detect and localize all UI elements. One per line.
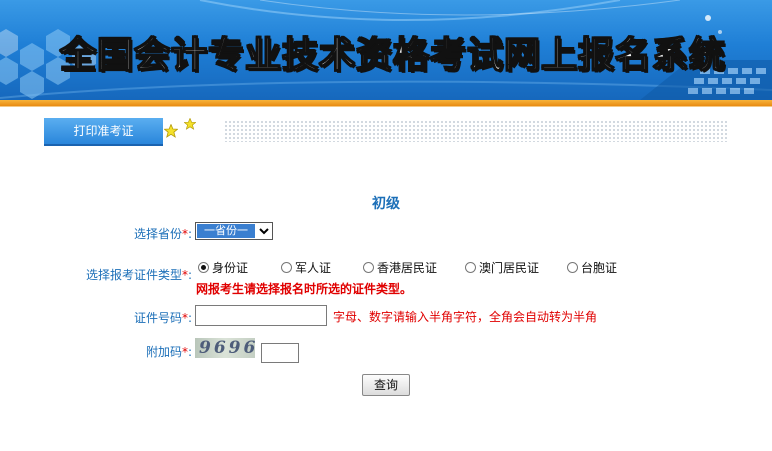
province-select[interactable]: 一省份一 xyxy=(195,222,273,240)
exam-level-title: 初级 xyxy=(372,196,400,212)
system-title: 全国会计专业技术资格考试网上报名系统 xyxy=(59,33,727,77)
captcha-image[interactable]: 9696 xyxy=(195,338,255,358)
id-number-input[interactable] xyxy=(195,305,327,326)
radio-button[interactable] xyxy=(567,262,578,273)
id-type-label-text: 选择报考证件类型 xyxy=(85,268,182,282)
radio-button[interactable] xyxy=(465,262,476,273)
id-number-hint: 字母、数字请输入半角字符，全角会自动转为半角 xyxy=(333,310,598,324)
label-colon: : xyxy=(187,311,192,325)
captcha-label-text: 附加码 xyxy=(145,345,182,359)
query-button[interactable]: 查询 xyxy=(362,374,410,396)
dotted-divider xyxy=(224,120,728,142)
id-type-label: 选择报考证件类型*: xyxy=(86,266,192,283)
captcha-input[interactable] xyxy=(261,343,299,363)
radio-label: 香港居民证 xyxy=(377,261,438,275)
province-select-value: 一省份一 xyxy=(197,224,255,238)
radio-button[interactable] xyxy=(198,262,209,273)
star-icon xyxy=(164,124,178,138)
radio-label: 台胞证 xyxy=(581,261,618,275)
radio-label: 身份证 xyxy=(212,261,249,275)
header-banner: 全国会计专业技术资格考试网上报名系统 xyxy=(0,0,772,100)
chevron-down-icon[interactable] xyxy=(257,224,271,238)
label-colon: : xyxy=(187,345,192,359)
id-number-label-text: 证件号码 xyxy=(133,311,182,325)
tab-print-admission-ticket[interactable]: 打印准考证 xyxy=(44,118,163,146)
radio-button[interactable] xyxy=(281,262,292,273)
province-label-text: 选择省份 xyxy=(133,227,182,241)
captcha-code: 9696 xyxy=(199,338,255,358)
captcha-label: 附加码*: xyxy=(146,343,192,360)
id-type-warning: 网报考生请选择报名时所选的证件类型。 xyxy=(196,282,413,296)
radio-button[interactable] xyxy=(363,262,374,273)
star-icon xyxy=(184,118,196,130)
radio-label: 军人证 xyxy=(295,261,332,275)
tab-strip: 打印准考证 xyxy=(44,118,728,146)
radio-label: 澳门居民证 xyxy=(479,261,540,275)
label-colon: : xyxy=(187,268,192,282)
banner-divider xyxy=(0,106,772,107)
label-colon: : xyxy=(187,227,192,241)
id-number-label: 证件号码*: xyxy=(134,309,192,326)
province-label: 选择省份*: xyxy=(134,225,192,242)
